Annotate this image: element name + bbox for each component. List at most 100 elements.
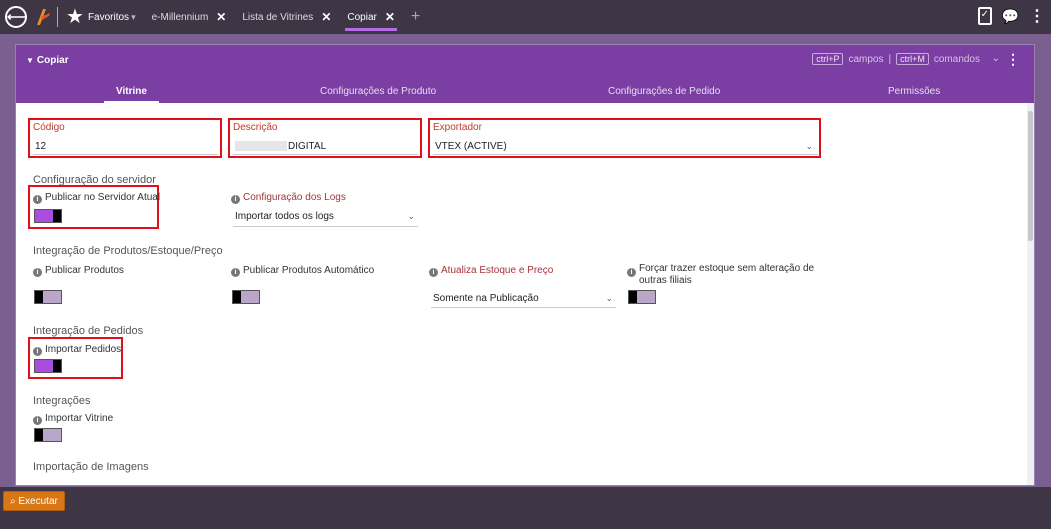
toggle-knob: [35, 429, 43, 441]
subtabs: Vitrine Configurações de Produto Configu…: [16, 81, 1034, 103]
atualiza-estoque-underline: [431, 307, 616, 308]
info-icon: i: [231, 195, 240, 204]
tab-lista-de-vitrines[interactable]: Lista de Vitrines ✕: [234, 0, 339, 34]
search-icon: ⌕: [10, 496, 16, 507]
forcar-estoque-toggle[interactable]: [628, 290, 656, 304]
toggle-knob: [233, 291, 241, 303]
close-icon[interactable]: ✕: [385, 10, 395, 24]
info-icon: i: [33, 195, 42, 204]
toggle-knob: [629, 291, 637, 303]
info-icon: i: [33, 416, 42, 425]
panel-title-text: Copiar: [36, 55, 69, 66]
tab-label: Copiar: [347, 11, 377, 23]
codigo-label: Código: [33, 122, 65, 133]
importar-vitrine-text: Importar Vitrine: [45, 413, 114, 424]
exportador-label: Exportador: [433, 122, 482, 133]
toggle-knob: [53, 360, 61, 372]
publicar-automatico-text: Publicar Produtos Automático: [243, 265, 375, 276]
toggle-knob: [53, 210, 61, 222]
copy-panel: ▼ Copiar ctrl+P campos | ctrl+M comandos …: [15, 44, 1035, 486]
exportador-value: VTEX (ACTIVE): [435, 141, 507, 152]
close-icon[interactable]: ✕: [216, 10, 226, 24]
shortcut-label-commands: comandos: [933, 53, 980, 65]
shortcuts-hint: ctrl+P campos | ctrl+M comandos: [812, 53, 980, 65]
publicar-servidor-text: Publicar no Servidor Atual: [45, 192, 161, 203]
tab-e-millennium[interactable]: e-Millennium ✕: [144, 0, 235, 34]
chat-icon[interactable]: 💬: [1002, 8, 1019, 25]
publicar-servidor-toggle[interactable]: [34, 209, 62, 223]
panel-header: ▼ Copiar ctrl+P campos | ctrl+M comandos …: [16, 45, 1034, 103]
chevron-down-icon: ⌄: [805, 141, 813, 151]
config-logs-select[interactable]: Importar todos os logs ⌄: [235, 211, 415, 223]
clipboard-check-icon[interactable]: [977, 7, 992, 25]
info-icon: i: [429, 268, 438, 277]
importar-vitrine-label: i Importar Vitrine: [33, 413, 113, 425]
shortcut-separator: |: [888, 53, 892, 65]
codigo-underline: [33, 154, 218, 155]
publicar-automatico-label: i Publicar Produtos Automático: [231, 265, 374, 277]
subtab-permissoes[interactable]: Permissões: [888, 86, 940, 97]
redacted-text: [235, 141, 287, 151]
forcar-estoque-label: Forçar trazer estoque sem alteração de o…: [639, 263, 815, 286]
config-logs-value: Importar todos os logs: [235, 211, 334, 222]
close-icon[interactable]: ✕: [321, 10, 331, 24]
atualiza-estoque-select[interactable]: Somente na Publicação ⌄: [433, 293, 613, 305]
back-icon[interactable]: ⟵: [5, 6, 27, 28]
section-integracoes: Integrações: [33, 395, 91, 407]
tab-copiar[interactable]: Copiar ✕: [339, 0, 403, 34]
section-pedidos: Integração de Pedidos: [33, 325, 144, 337]
codigo-input[interactable]: 12: [35, 141, 46, 152]
info-icon: i: [627, 268, 636, 277]
publicar-produtos-label: i Publicar Produtos: [33, 265, 124, 277]
toggle-knob: [35, 291, 43, 303]
config-logs-label: i Configuração dos Logs: [231, 192, 346, 204]
atualiza-estoque-label: i Atualiza Estoque e Preço: [429, 265, 553, 277]
favorites-label: Favoritos: [87, 11, 130, 23]
importar-vitrine-toggle[interactable]: [34, 428, 62, 442]
panel-more-icon[interactable]: ⋮: [1006, 51, 1020, 68]
descricao-label: Descrição: [233, 122, 278, 133]
app-logo-icon: [37, 9, 50, 25]
shortcut-key-commands: ctrl+M: [896, 53, 929, 65]
add-tab-icon[interactable]: +: [411, 8, 420, 26]
star-icon[interactable]: ★: [66, 7, 84, 27]
panel-title[interactable]: ▼ Copiar: [26, 55, 69, 66]
atualiza-estoque-text: Atualiza Estoque e Preço: [441, 265, 554, 276]
info-icon: i: [33, 347, 42, 356]
execute-label: Executar: [18, 496, 58, 507]
favorites-menu[interactable]: Favoritos ▾: [88, 12, 136, 23]
info-icon: i: [33, 268, 42, 277]
more-options-icon[interactable]: ⋮: [1029, 6, 1045, 26]
collapse-triangle-icon[interactable]: ▼: [26, 56, 34, 65]
tab-label: Lista de Vitrines: [242, 11, 314, 23]
scrollbar[interactable]: [1027, 103, 1034, 485]
section-imagens: Importação de Imagens: [33, 461, 149, 473]
descricao-underline: [233, 154, 418, 155]
publicar-produtos-toggle[interactable]: [34, 290, 62, 304]
shortcut-label-fields: campos: [848, 53, 884, 65]
top-bar: ⟵ ★ Favoritos ▾ e-Millennium ✕ Lista de V…: [0, 0, 1051, 34]
chevron-down-icon: ▾: [131, 11, 136, 22]
descricao-input[interactable]: DIGITAL: [288, 141, 326, 152]
config-logs-underline: [233, 226, 418, 227]
exportador-underline: [433, 154, 818, 155]
importar-pedidos-toggle[interactable]: [34, 359, 62, 373]
exportador-select[interactable]: VTEX (ACTIVE) ⌄: [435, 141, 813, 153]
importar-pedidos-text: Importar Pedidos: [45, 344, 122, 355]
scrollbar-thumb[interactable]: [1028, 111, 1033, 241]
config-logs-text: Configuração dos Logs: [243, 192, 346, 203]
tab-label: e-Millennium: [151, 11, 209, 23]
execute-button[interactable]: ⌕ Executar: [3, 491, 65, 511]
subtab-config-produto[interactable]: Configurações de Produto: [320, 86, 436, 97]
info-icon: i: [231, 268, 240, 277]
chevron-down-icon: ⌄: [407, 211, 415, 221]
section-produtos: Integração de Produtos/Estoque/Preço: [33, 245, 223, 257]
publicar-servidor-label: i Publicar no Servidor Atual: [33, 192, 160, 204]
subtab-config-pedido[interactable]: Configurações de Pedido: [608, 86, 720, 97]
separator: [57, 7, 58, 27]
publicar-automatico-toggle[interactable]: [232, 290, 260, 304]
subtab-vitrine[interactable]: Vitrine: [104, 86, 159, 103]
atualiza-estoque-value: Somente na Publicação: [433, 293, 539, 304]
bottom-bar: ⌕ Executar: [0, 487, 1051, 529]
chevron-down-icon[interactable]: ⌄: [992, 53, 1000, 64]
